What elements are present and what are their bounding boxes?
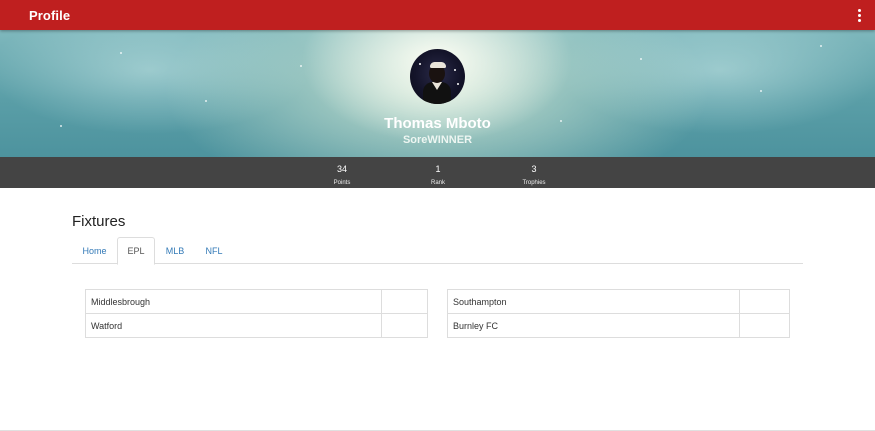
league-tabs: Home EPL MLB NFL xyxy=(72,237,803,265)
sparkle xyxy=(760,90,762,92)
stats-bar: 34 Points 1 Rank 3 Trophies xyxy=(0,157,875,188)
app-bar: Profile xyxy=(0,0,875,30)
tab-home[interactable]: Home xyxy=(72,237,117,264)
stat-value: 34 xyxy=(336,164,347,174)
stat-label: Rank xyxy=(430,180,445,186)
table-row: Middlesbrough xyxy=(85,289,428,314)
sparkle xyxy=(120,52,122,54)
profile-name: Thomas Mboto xyxy=(384,115,491,132)
sparkle xyxy=(820,45,822,47)
stat-trophies: 3 Trophies xyxy=(494,157,574,186)
sparkle xyxy=(640,58,642,60)
team-name: Southampton xyxy=(447,289,740,314)
avatar[interactable] xyxy=(410,49,465,104)
fixtures-table-left: Middlesbrough Watford xyxy=(85,289,428,338)
stat-rank: 1 Rank xyxy=(398,157,478,186)
more-vert-icon[interactable] xyxy=(853,7,865,23)
stat-points: 34 Points xyxy=(302,157,382,186)
profile-header: Thomas Mboto SoreWINNER xyxy=(0,30,875,157)
score-cell xyxy=(739,289,790,314)
table-row: Southampton xyxy=(447,289,790,314)
stat-label: Points xyxy=(333,180,351,186)
score-cell xyxy=(739,313,790,338)
tab-nfl[interactable]: NFL xyxy=(195,237,233,264)
fixtures-table-right: Southampton Burnley FC xyxy=(447,289,790,338)
app-title: Profile xyxy=(29,7,71,23)
profile-handle: SoreWINNER xyxy=(402,134,473,146)
team-name: Burnley FC xyxy=(447,313,740,338)
team-name: Middlesbrough xyxy=(85,289,382,314)
stat-value: 3 xyxy=(531,164,537,174)
stat-value: 1 xyxy=(435,164,441,174)
fixtures-title: Fixtures xyxy=(72,213,126,230)
table-row: Burnley FC xyxy=(447,313,790,338)
score-cell xyxy=(381,289,428,314)
tab-epl[interactable]: EPL xyxy=(117,237,155,265)
tab-mlb[interactable]: MLB xyxy=(156,237,194,264)
stat-label: Trophies xyxy=(522,180,546,186)
sparkle xyxy=(205,100,207,102)
sparkle xyxy=(300,65,302,67)
score-cell xyxy=(381,313,428,338)
team-name: Watford xyxy=(85,313,382,338)
table-row: Watford xyxy=(85,313,428,338)
